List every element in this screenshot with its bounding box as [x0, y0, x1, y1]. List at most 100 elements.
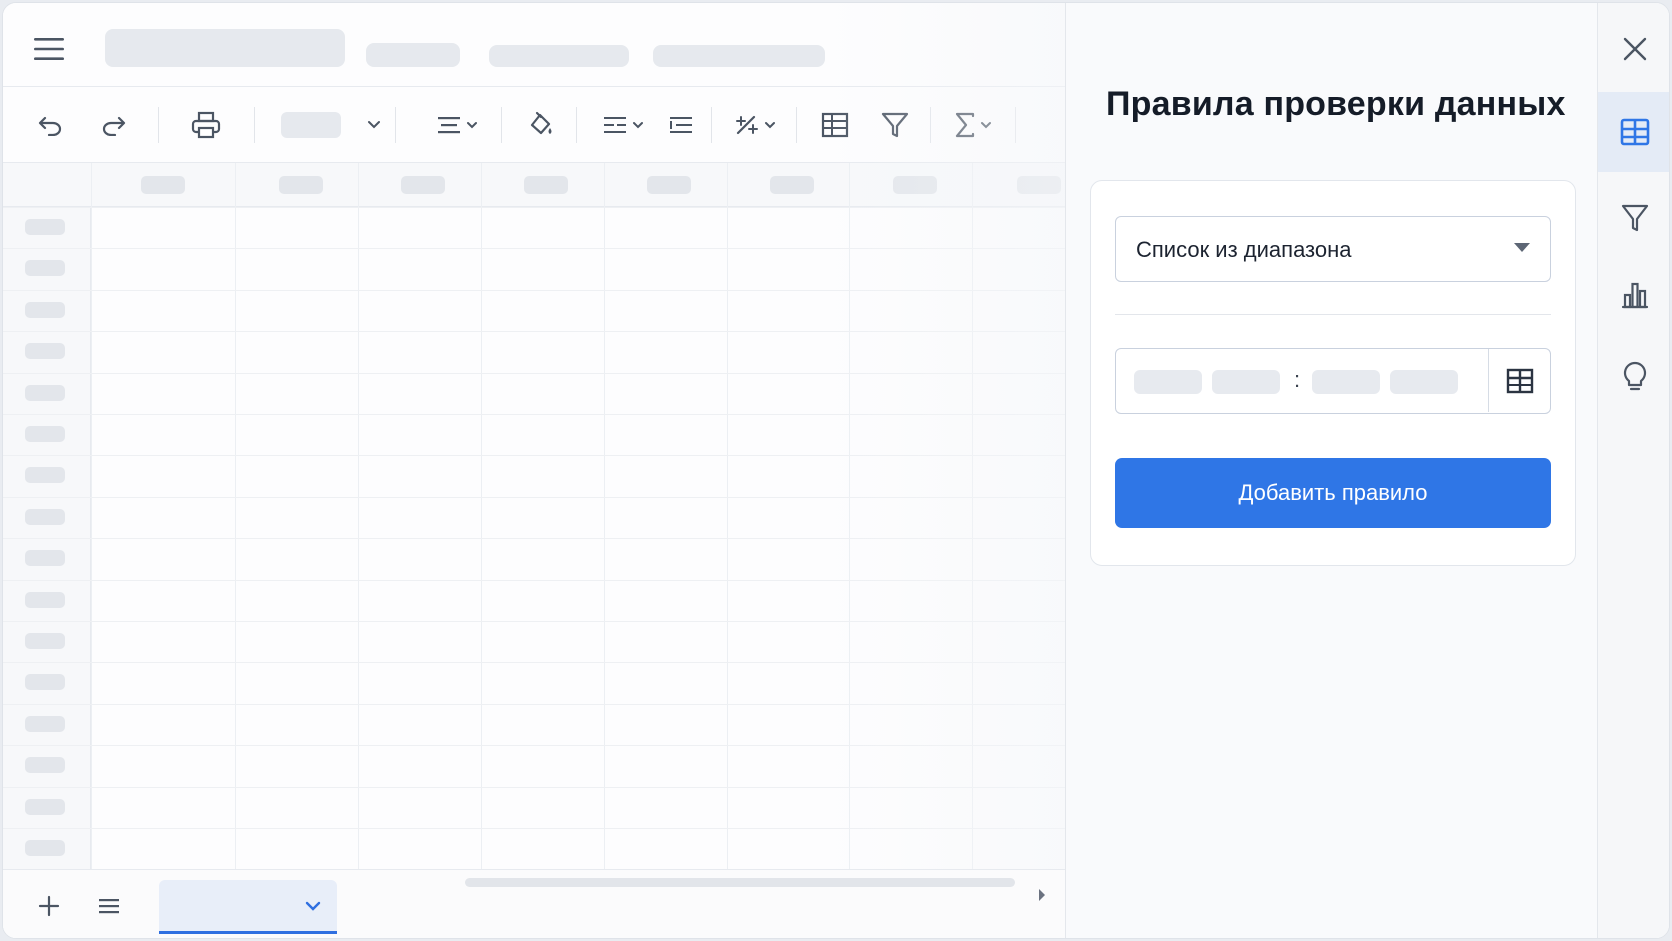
print-button[interactable]: [187, 105, 225, 145]
indent-button[interactable]: [663, 105, 699, 145]
row-header-placeholder[interactable]: [25, 674, 65, 690]
row-gridline: [3, 331, 1065, 332]
column-header-placeholder[interactable]: [141, 176, 185, 194]
column-gridline: [849, 163, 850, 869]
all-sheets-button[interactable]: [91, 886, 127, 926]
insert-table-button[interactable]: [815, 105, 855, 145]
toolbar: [3, 87, 1065, 163]
column-header-placeholder[interactable]: [1017, 176, 1061, 194]
row-header-placeholder[interactable]: [25, 509, 65, 525]
rail-chart-button[interactable]: [1598, 255, 1669, 335]
chevron-down-icon: [305, 901, 321, 911]
row-header-placeholder[interactable]: [25, 343, 65, 359]
toolbar-divider: [930, 107, 931, 143]
row-header-placeholder[interactable]: [25, 840, 65, 856]
hamburger-menu-button[interactable]: [29, 29, 69, 69]
filter-button[interactable]: [875, 105, 915, 145]
side-rail: [1597, 3, 1669, 938]
row-header-placeholder[interactable]: [25, 219, 65, 235]
column-header-placeholder[interactable]: [279, 176, 323, 194]
chart-icon: [1621, 282, 1649, 309]
add-rule-button[interactable]: Добавить правило: [1115, 458, 1551, 528]
add-sheet-button[interactable]: [31, 886, 67, 926]
rail-filter-button[interactable]: [1598, 178, 1669, 258]
row-header-placeholder[interactable]: [25, 385, 65, 401]
scroll-right-icon[interactable]: [1037, 888, 1047, 902]
text-rotation-button[interactable]: [729, 105, 781, 145]
column-gridline: [727, 163, 728, 869]
row-header-placeholder[interactable]: [25, 592, 65, 608]
document-title-placeholder[interactable]: [105, 29, 345, 67]
filter-icon: [881, 112, 909, 138]
top-bar: [3, 3, 1065, 87]
row-header-placeholder[interactable]: [25, 550, 65, 566]
row-header-placeholder[interactable]: [25, 426, 65, 442]
column-header-placeholder[interactable]: [524, 176, 568, 194]
row-gridline: [3, 787, 1065, 788]
redo-icon: [102, 116, 126, 136]
criteria-dropdown[interactable]: Список из диапазона: [1115, 216, 1551, 282]
row-header-placeholder[interactable]: [25, 302, 65, 318]
fill-color-button[interactable]: [521, 105, 561, 145]
row-gridline: [3, 455, 1065, 456]
range-end-placeholder: [1390, 370, 1458, 394]
row-header-placeholder[interactable]: [25, 757, 65, 773]
panel-title: Правила проверки данных: [1106, 85, 1566, 123]
close-icon: [1623, 37, 1647, 61]
undo-button[interactable]: [33, 105, 69, 145]
table-icon: [1506, 368, 1533, 393]
chevron-down-icon: [981, 121, 991, 128]
redo-button[interactable]: [95, 105, 131, 145]
row-header-placeholder[interactable]: [25, 716, 65, 732]
rail-data-validation-button[interactable]: [1598, 92, 1669, 172]
rail-tips-button[interactable]: [1598, 337, 1669, 417]
toolbar-divider: [158, 107, 159, 143]
select-range-button[interactable]: [1488, 349, 1550, 412]
row-header-placeholder[interactable]: [25, 799, 65, 815]
cell-grid[interactable]: [3, 163, 1065, 869]
menu-placeholder[interactable]: [489, 45, 629, 67]
menu-placeholder[interactable]: [366, 43, 460, 67]
font-size-placeholder: [281, 112, 341, 138]
column-gridline: [91, 163, 92, 869]
fill-color-icon: [530, 111, 552, 135]
column-gridline: [358, 163, 359, 869]
app-window: Правила проверки данных Список из диапаз…: [2, 2, 1670, 939]
close-panel-button[interactable]: [1598, 9, 1669, 89]
toolbar-divider: [1015, 107, 1016, 143]
range-input[interactable]: :: [1115, 348, 1551, 414]
toolbar-divider: [711, 107, 712, 143]
row-gridline: [3, 662, 1065, 663]
horizontal-scrollbar[interactable]: [465, 878, 1015, 887]
lightbulb-icon: [1623, 361, 1647, 391]
card-divider: [1115, 314, 1551, 315]
sum-button[interactable]: [948, 105, 998, 145]
row-gridline: [3, 538, 1065, 539]
column-header-placeholder[interactable]: [401, 176, 445, 194]
row-header-placeholder[interactable]: [25, 260, 65, 276]
row-gridline: [3, 704, 1065, 705]
active-sheet-tab[interactable]: [159, 880, 337, 934]
row-header-placeholder[interactable]: [25, 467, 65, 483]
column-header-placeholder[interactable]: [770, 176, 814, 194]
wrap-text-button[interactable]: [597, 105, 649, 145]
chevron-down-icon: [368, 121, 380, 129]
menu-placeholder[interactable]: [653, 45, 825, 67]
range-start-placeholder: [1134, 370, 1202, 394]
undo-icon: [38, 116, 62, 136]
font-size-select[interactable]: [281, 105, 381, 145]
column-header-placeholder[interactable]: [647, 176, 691, 194]
align-button[interactable]: [428, 105, 486, 145]
range-start-placeholder: [1212, 370, 1280, 394]
row-gridline: [3, 248, 1065, 249]
filter-icon: [1621, 204, 1649, 232]
row-gridline: [3, 828, 1065, 829]
range-separator: :: [1294, 367, 1301, 392]
chevron-down-icon: [765, 121, 775, 128]
column-gridline: [481, 163, 482, 869]
column-header-placeholder[interactable]: [893, 176, 937, 194]
criteria-dropdown-value: Список из диапазона: [1136, 237, 1352, 262]
toolbar-divider: [796, 107, 797, 143]
toolbar-divider: [395, 107, 396, 143]
row-header-placeholder[interactable]: [25, 633, 65, 649]
